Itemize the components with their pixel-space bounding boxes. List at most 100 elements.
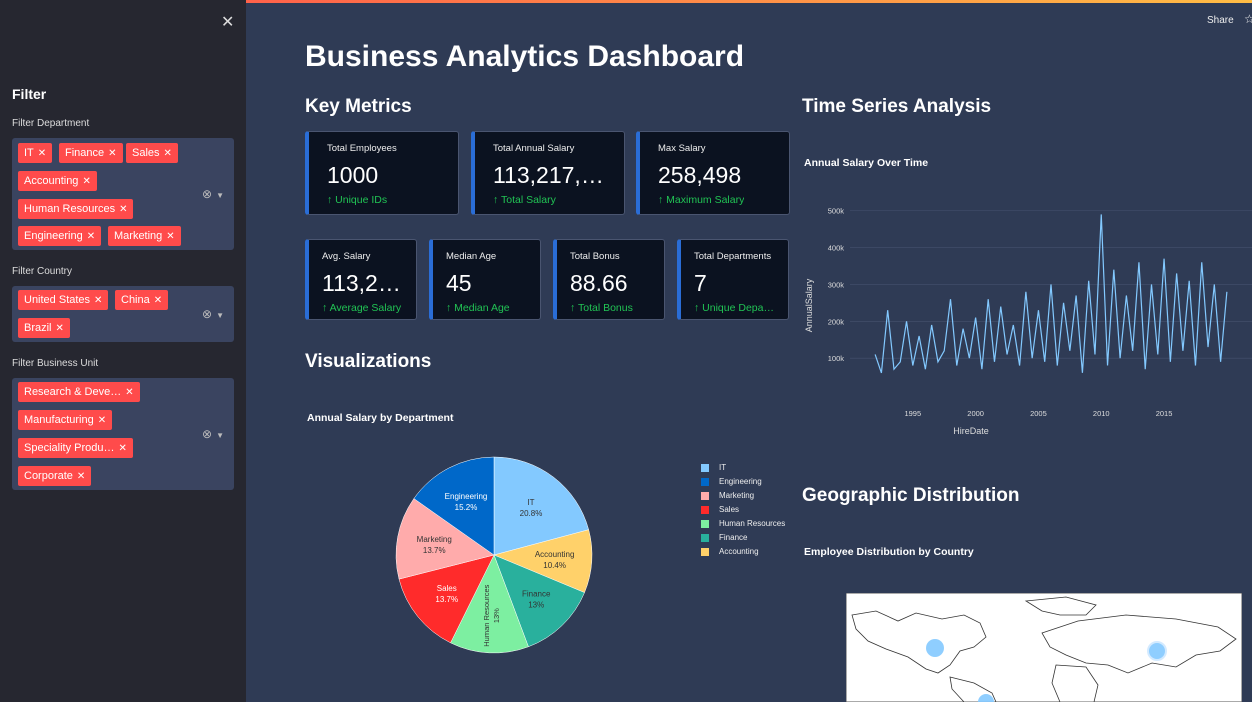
remove-tag-icon[interactable]: ✕ [119,204,127,215]
tag-research[interactable]: Research & Deve… ✕ [18,382,140,402]
tag-speciality[interactable]: Speciality Produ… ✕ [18,438,133,458]
remove-tag-icon[interactable]: ✕ [98,415,106,426]
pie-value-2: 13% [528,601,544,610]
legend-swatch [701,534,709,542]
chevron-down-icon[interactable]: ▼ [216,431,224,440]
clear-all-icon[interactable]: ⊗ [202,187,212,201]
tag-china[interactable]: China ✕ [115,290,169,310]
metric-label: Avg. Salary [322,251,371,262]
legend-swatch [701,506,709,514]
metric-value: 113,2… [322,270,401,296]
pie-value-5: 13.7% [423,546,446,555]
pie-label-1: Accounting [535,550,575,559]
close-icon[interactable]: ✕ [221,12,234,32]
metric-total-annual-salary: Total Annual Salary 113,217,… ↑ Total Sa… [471,131,625,215]
legend-label: IT [719,463,727,472]
remove-tag-icon[interactable]: ✕ [56,323,64,334]
metric-label: Median Age [446,251,497,262]
remove-tag-icon[interactable]: ✕ [87,231,95,242]
remove-tag-icon[interactable]: ✕ [82,176,90,187]
tag-label: Research & Deve… [24,386,122,398]
tag-label: Corporate [24,470,73,482]
x-tick-label: 1995 [904,409,921,418]
pie-label-4: Sales [437,584,457,593]
pie-chart-title: Annual Salary by Department [307,412,454,424]
remove-tag-icon[interactable]: ✕ [154,295,162,306]
tag-human-resources[interactable]: Human Resources ✕ [18,199,134,219]
remove-tag-icon[interactable]: ✕ [119,443,127,454]
remove-tag-icon[interactable]: ✕ [166,231,174,242]
pie-value-6: 15.2% [455,503,478,512]
tag-sales[interactable]: Sales ✕ [126,143,178,163]
star-icon[interactable]: ☆ [1244,12,1252,26]
tag-it[interactable]: IT ✕ [18,143,53,163]
legend-swatch [701,492,709,500]
y-tick-label: 400k [828,244,845,253]
clear-all-icon[interactable]: ⊗ [202,427,212,441]
remove-tag-icon[interactable]: ✕ [164,148,172,159]
tag-label: United States [24,294,91,306]
remove-tag-icon[interactable]: ✕ [38,148,46,159]
remove-tag-icon[interactable]: ✕ [94,295,102,306]
clear-all-icon[interactable]: ⊗ [202,307,212,321]
legend-label: Human Resources [719,519,786,528]
tag-brazil[interactable]: Brazil ✕ [18,318,70,338]
legend-label: Accounting [719,547,759,556]
tag-label: Sales [132,147,160,159]
filter-business-unit-label: Filter Business Unit [12,358,99,369]
visualizations-title: Visualizations [305,351,432,372]
metric-delta: ↑ Unique Depa… [694,302,774,314]
chevron-down-icon[interactable]: ▼ [216,191,224,200]
metric-median-age: Median Age 45 ↑ Median Age [429,239,541,320]
legend-swatch [701,478,709,486]
remove-tag-icon[interactable]: ✕ [108,148,116,159]
tag-corporate[interactable]: Corporate ✕ [18,466,92,486]
tag-label: IT [24,147,34,159]
legend-label: Marketing [719,491,755,500]
filter-department-select[interactable]: IT ✕ Finance ✕ Sales ✕ Accounting ✕ Human Re… [12,138,234,250]
pie-label-6: Engineering [445,492,488,501]
metric-delta: ↑ Total Bonus [570,302,633,314]
chevron-down-icon[interactable]: ▼ [216,311,224,320]
metric-total-bonus: Total Bonus 88.66 ↑ Total Bonus [553,239,665,320]
pie-label-5: Marketing [417,535,452,544]
remove-tag-icon[interactable]: ✕ [125,387,133,398]
metric-max-salary: Max Salary 258,498 ↑ Maximum Salary [636,131,790,215]
tag-label: Engineering [24,230,83,242]
map-point-china [1147,641,1167,661]
pie-label-2: Finance [522,590,551,599]
tag-label: Marketing [114,230,163,242]
pie-chart: IT20.8%Accounting10.4%Finance13%Human Re… [395,456,593,654]
filter-business-unit-select[interactable]: Research & Deve… ✕ Manufacturing ✕ Special… [12,378,234,490]
metric-value: 88.66 [570,270,628,296]
filter-country-select[interactable]: United States ✕ China ✕ Brazil ✕ ⊗ ▼ [12,286,234,342]
filter-department-label: Filter Department [12,118,90,129]
y-axis-label: AnnualSalary [804,278,814,332]
tag-marketing[interactable]: Marketing ✕ [108,226,181,246]
metric-value: 1000 [327,162,379,188]
tag-manufacturing[interactable]: Manufacturing ✕ [18,410,113,430]
key-metrics-title: Key Metrics [305,96,412,117]
metric-label: Total Departments [694,251,772,262]
legend-swatch [701,520,709,528]
map-chart-title: Employee Distribution by Country [804,546,974,558]
pie-value-0: 20.8% [520,509,543,518]
tag-finance[interactable]: Finance ✕ [59,143,123,163]
tag-label: Accounting [24,175,79,187]
x-tick-label: 2015 [1156,409,1173,418]
x-tick-label: 2005 [1030,409,1047,418]
tag-engineering[interactable]: Engineering ✕ [18,226,102,246]
metric-avg-salary: Avg. Salary 113,2… ↑ Average Salary [305,239,417,320]
remove-tag-icon[interactable]: ✕ [77,471,85,482]
share-button[interactable]: Share [1207,15,1234,26]
x-tick-label: 2010 [1093,409,1110,418]
tag-label: Manufacturing [24,414,94,426]
metric-label: Max Salary [658,143,706,154]
tag-accounting[interactable]: Accounting ✕ [18,171,97,191]
metric-total-departments: Total Departments 7 ↑ Unique Depa… [677,239,789,320]
metric-delta: ↑ Median Age [446,302,510,314]
metric-value: 258,498 [658,162,742,188]
metric-total-employees: Total Employees 1000 ↑ Unique IDs [305,131,459,215]
map-point-united-states [926,639,944,657]
tag-united-states[interactable]: United States ✕ [18,290,109,310]
